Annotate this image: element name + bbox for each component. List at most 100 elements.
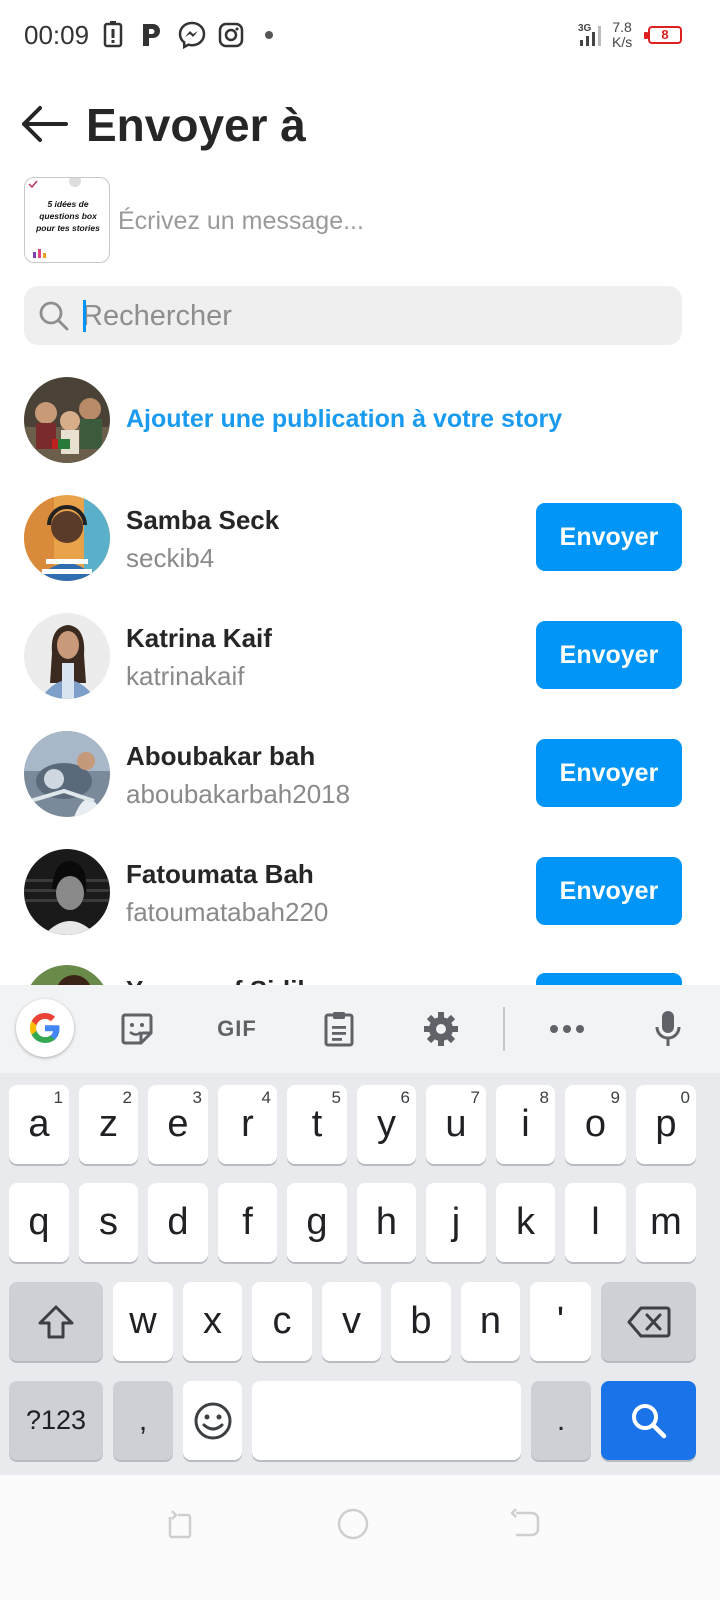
sticker-button[interactable] (116, 1007, 158, 1051)
contact-username: katrinakaif (126, 661, 245, 691)
story-avatar[interactable] (24, 377, 110, 463)
search-bar[interactable] (24, 286, 682, 345)
space-key[interactable] (252, 1381, 521, 1460)
key-o[interactable]: o9 (565, 1085, 626, 1164)
key-y[interactable]: y6 (357, 1085, 416, 1164)
key-l[interactable]: l (565, 1183, 626, 1262)
contact-username: aboubakarbah2018 (126, 779, 351, 809)
recents-icon[interactable] (164, 1507, 198, 1546)
key-w[interactable]: w (113, 1282, 173, 1361)
key-m[interactable]: m (636, 1183, 696, 1262)
key-g[interactable]: g (287, 1183, 347, 1262)
key-f[interactable]: f (218, 1183, 277, 1262)
contact-name: Samba Seck (126, 505, 280, 535)
shift-key[interactable] (9, 1282, 103, 1361)
avatar (24, 849, 110, 935)
battery-icon: 8 (648, 26, 682, 44)
emoji-key[interactable] (183, 1381, 242, 1460)
send-button[interactable]: Envoyer (536, 503, 682, 571)
microphone-icon (655, 1011, 681, 1046)
home-icon[interactable] (336, 1507, 370, 1546)
text-cursor (83, 300, 86, 332)
key-b[interactable]: b (391, 1282, 451, 1361)
key-c[interactable]: c (252, 1282, 312, 1361)
key-e[interactable]: e3 (148, 1085, 208, 1164)
key-hint: 5 (331, 1088, 341, 1107)
key-z[interactable]: z2 (79, 1085, 138, 1164)
key-n[interactable]: n (461, 1282, 520, 1361)
key-label: l (591, 1201, 600, 1243)
key-hint: 4 (261, 1088, 271, 1107)
send-button[interactable]: Envoyer (536, 857, 682, 925)
key-x[interactable]: x (183, 1282, 242, 1361)
more-icon (550, 1025, 584, 1033)
key-hint: 3 (192, 1088, 202, 1107)
p-app-icon (140, 20, 166, 50)
instagram-icon (217, 20, 244, 50)
key-r[interactable]: r4 (218, 1085, 277, 1164)
key-label: d (167, 1201, 189, 1243)
contact-row[interactable]: Samba Seck seckib4 Envoyer (0, 480, 720, 598)
keyboard-toolbar: GIF (0, 985, 720, 1073)
key-label: ' (556, 1300, 565, 1342)
key-label: f (242, 1201, 253, 1243)
backspace-key[interactable] (601, 1282, 696, 1361)
send-button[interactable]: Envoyer (536, 621, 682, 689)
back-button[interactable] (18, 100, 70, 148)
key-u[interactable]: u7 (426, 1085, 486, 1164)
symbols-key[interactable]: ?123 (9, 1381, 103, 1460)
add-to-story-link[interactable]: Ajouter une publication à votre story (126, 405, 562, 434)
key-s[interactable]: s (79, 1183, 138, 1262)
key-a[interactable]: a1 (9, 1085, 69, 1164)
gif-button[interactable]: GIF (208, 1007, 266, 1051)
key-apostrophe[interactable]: ' (530, 1282, 591, 1361)
key-q[interactable]: q (9, 1183, 69, 1262)
send-button[interactable]: Envoyer (536, 739, 682, 807)
key-label: j (451, 1201, 461, 1243)
key-p[interactable]: p0 (636, 1085, 696, 1164)
key-label: w (129, 1300, 157, 1342)
key-j[interactable]: j (426, 1183, 486, 1262)
backspace-icon (627, 1306, 670, 1337)
contact-name: Katrina Kaif (126, 623, 272, 653)
key-h[interactable]: h (357, 1183, 416, 1262)
contact-row[interactable]: Fatoumata Bah fatoumatabah220 Envoyer (0, 834, 720, 952)
key-label: , (138, 1403, 148, 1437)
key-label: o (584, 1103, 607, 1145)
google-icon (30, 1013, 60, 1043)
key-i[interactable]: i8 (496, 1085, 555, 1164)
key-label: s (99, 1201, 118, 1243)
back-icon[interactable] (508, 1507, 542, 1546)
contact-username: fatoumatabah220 (126, 897, 329, 927)
battery-level: 8 (661, 27, 669, 42)
key-label: y (377, 1103, 396, 1145)
key-label: g (306, 1201, 328, 1243)
key-label: z (99, 1103, 118, 1145)
key-label: k (516, 1201, 535, 1243)
avatar (24, 495, 110, 581)
contact-row[interactable]: Aboubakar bah aboubakarbah2018 Envoyer (0, 716, 720, 834)
key-label: u (445, 1103, 467, 1145)
key-label: n (479, 1300, 502, 1342)
key-k[interactable]: k (496, 1183, 555, 1262)
google-button[interactable] (16, 999, 74, 1057)
key-v[interactable]: v (322, 1282, 381, 1361)
svg-text:3G: 3G (578, 23, 592, 34)
sticker-icon (121, 1013, 153, 1045)
comma-key[interactable]: , (113, 1381, 173, 1460)
period-key[interactable]: . (531, 1381, 591, 1460)
search-key[interactable] (601, 1381, 696, 1460)
more-button[interactable] (546, 1007, 588, 1051)
status-time: 00:09 (24, 20, 90, 50)
key-d[interactable]: d (148, 1183, 208, 1262)
key-t[interactable]: t5 (287, 1085, 347, 1164)
contact-name: Fatoumata Bah (126, 859, 314, 889)
search-input[interactable] (82, 294, 662, 338)
message-input[interactable] (118, 200, 688, 242)
emoji-icon (194, 1402, 231, 1439)
network-speed: 7.8 K/s (612, 20, 632, 50)
settings-button[interactable] (420, 1007, 462, 1051)
clipboard-button[interactable] (318, 1007, 360, 1051)
voice-button[interactable] (648, 1007, 688, 1051)
contact-row[interactable]: Katrina Kaif katrinakaif Envoyer (0, 598, 720, 716)
